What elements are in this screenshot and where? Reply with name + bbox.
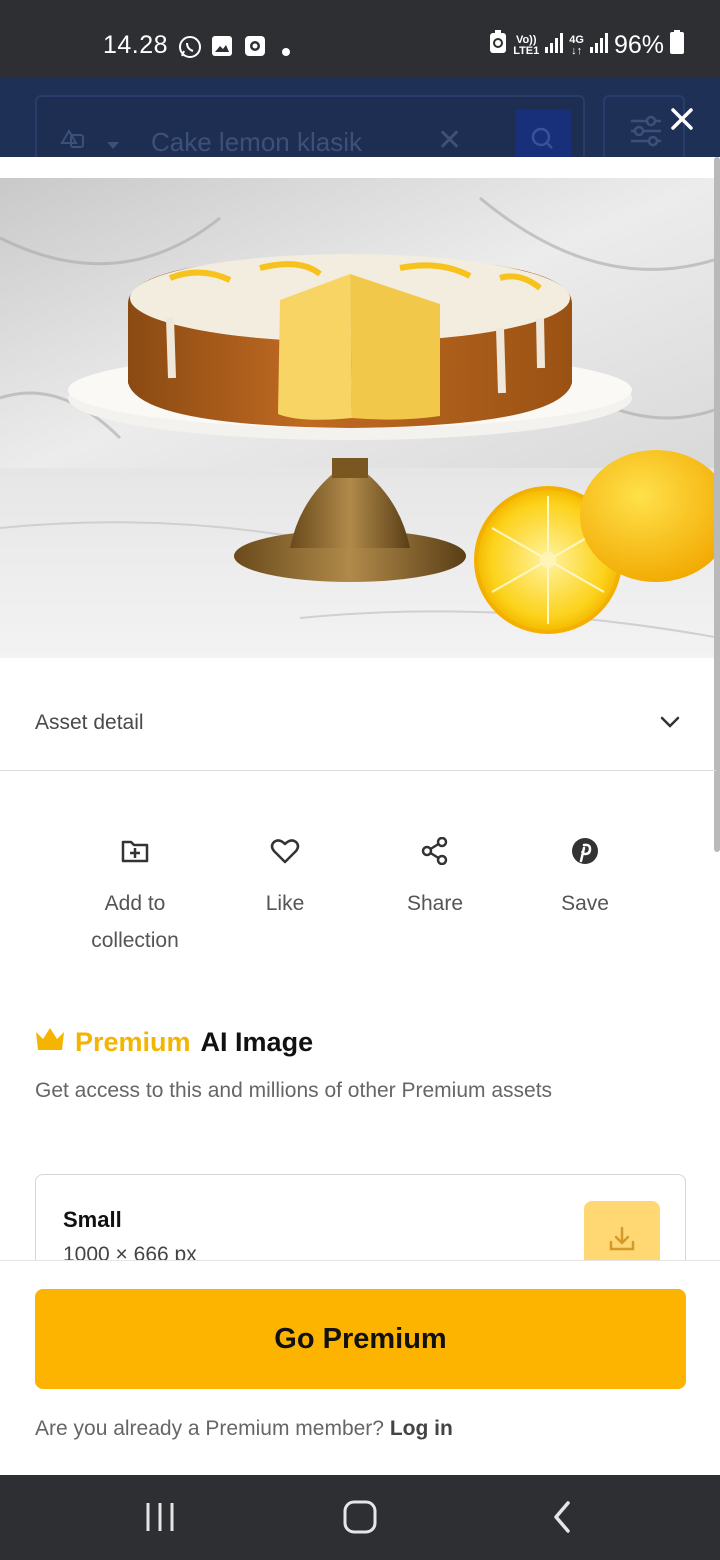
chevron-down-icon: [660, 715, 680, 733]
asset-detail-label: Asset detail: [35, 711, 144, 734]
member-question: Are you already a Premium member?: [35, 1417, 384, 1440]
premium-heading: Premium AI Image: [35, 1025, 313, 1059]
home-icon: [343, 1500, 377, 1534]
share-icon: [421, 837, 448, 865]
asset-detail-toggle[interactable]: Asset detail: [0, 681, 716, 771]
close-icon: [671, 108, 693, 130]
share-button[interactable]: Share: [360, 837, 510, 922]
4g-indicator: 4G ↓↑: [569, 33, 584, 57]
asset-type-icon: [59, 127, 89, 158]
volte-indicator: Vo)) LTE1: [513, 33, 540, 57]
signal-icon-2: [589, 31, 608, 60]
like-button[interactable]: Like: [210, 837, 360, 922]
screen-record-icon: [244, 35, 266, 62]
signal-icon-1: [545, 31, 564, 60]
add-to-collection-label: Add to collection: [91, 892, 179, 952]
asset-actions: Add to collection Like Share Save: [60, 837, 660, 977]
premium-subtitle: Get access to this and millions of other…: [35, 1079, 553, 1102]
status-bar: 14.28 Vo)) LTE1 4G ↓↑ 96%: [0, 0, 720, 78]
lemon-cake-photo: [0, 178, 720, 658]
system-nav-bar: [0, 1475, 720, 1560]
gallery-icon: [211, 35, 233, 62]
size-name: Small: [63, 1207, 122, 1232]
heart-icon: [270, 839, 300, 864]
back-button[interactable]: [532, 1495, 592, 1539]
search-bar: Cake lemon klasik ✕: [35, 95, 585, 158]
save-pinterest-button[interactable]: Save: [510, 837, 660, 922]
like-label: Like: [265, 892, 305, 915]
battery-icon: [670, 30, 684, 61]
premium-badge: Premium: [75, 1026, 191, 1057]
whatsapp-icon: [178, 35, 202, 64]
notification-dot-icon: [282, 43, 290, 61]
search-button: [515, 109, 571, 158]
recent-apps-button[interactable]: [130, 1495, 190, 1539]
download-icon: [609, 1226, 635, 1251]
data-saver-icon: [489, 30, 507, 61]
premium-cta-sheet: Go Premium Are you already a Premium mem…: [0, 1260, 720, 1475]
search-header-background: Cake lemon klasik ✕: [0, 78, 720, 158]
back-icon: [554, 1501, 570, 1533]
status-time: 14.28: [103, 31, 169, 59]
asset-type-label: AI Image: [200, 1026, 314, 1057]
chevron-down-icon: [107, 137, 119, 155]
asset-modal: Asset detail Add to collection Like Shar…: [0, 157, 720, 1475]
asset-image[interactable]: [0, 178, 720, 658]
home-button[interactable]: [330, 1495, 390, 1539]
pinterest-icon: [572, 838, 598, 864]
search-query: Cake lemon klasik: [151, 127, 362, 157]
folder-plus-icon: [121, 840, 149, 863]
go-premium-button[interactable]: Go Premium: [35, 1289, 686, 1389]
login-link[interactable]: Log in: [390, 1417, 453, 1440]
status-right: Vo)) LTE1 4G ↓↑ 96%: [489, 30, 684, 61]
recent-apps-icon: [146, 1503, 174, 1531]
add-to-collection-button[interactable]: Add to collection: [60, 837, 210, 959]
crown-icon: [35, 1026, 65, 1059]
battery-percent: 96%: [613, 31, 664, 59]
close-modal-button[interactable]: [664, 101, 700, 137]
share-label: Share: [406, 892, 464, 915]
save-label: Save: [561, 892, 609, 915]
clear-search-icon: ✕: [437, 124, 463, 157]
login-prompt: Are you already a Premium member? Log in: [35, 1417, 453, 1441]
